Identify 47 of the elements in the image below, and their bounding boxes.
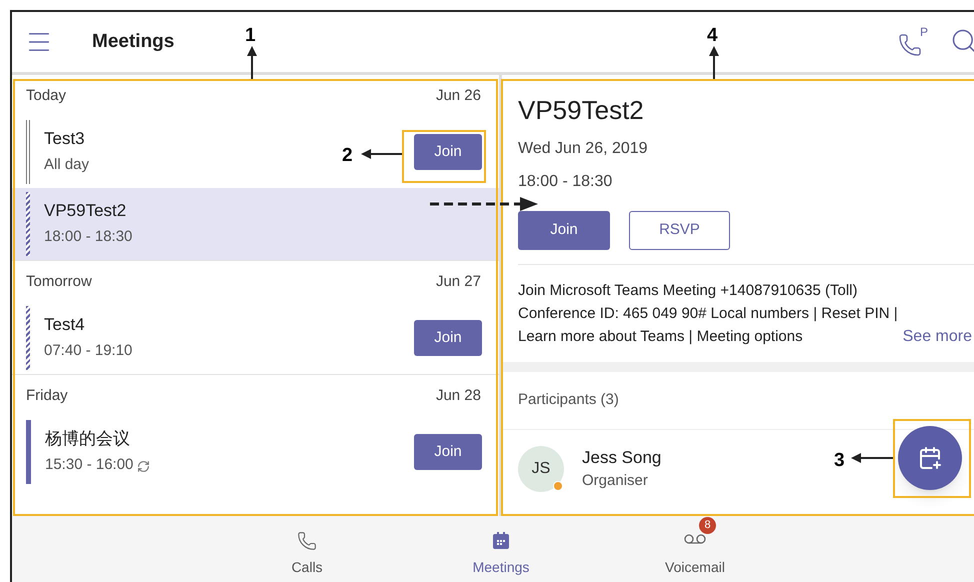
meeting-item[interactable]: VP59Test2 18:00 - 18:30 — [12, 188, 499, 260]
meeting-time: 07:40 - 19:10 — [44, 340, 132, 361]
participant-role: Organiser — [582, 471, 649, 491]
see-more-link[interactable]: See more — [902, 324, 972, 348]
day-heading: Today — [26, 86, 66, 106]
nav-tab[interactable]: 8 Voicemail — [650, 516, 740, 582]
page-title: Meetings — [92, 30, 174, 54]
join-button[interactable]: Join — [518, 210, 610, 250]
avatar: JS — [518, 446, 564, 492]
day-heading: Tomorrow — [26, 272, 92, 292]
callout-arrow — [708, 46, 720, 79]
meeting-time: All day — [44, 154, 90, 175]
callout-number: 4 — [707, 24, 718, 48]
meeting-time: 15:30 - 16:00 — [45, 454, 134, 475]
description-line: Conference ID: 465 049 90# Local numbers | Reset PIN | — [518, 304, 898, 324]
nav-tab[interactable]: Calls — [262, 516, 352, 582]
description-line: Learn more about Teams | Meeting options — [518, 326, 803, 346]
participants-heading: Participants (3) — [518, 390, 619, 410]
meeting-title: 杨博的会议 — [45, 428, 131, 449]
calendar-icon — [491, 531, 511, 551]
phone-icon — [297, 531, 317, 551]
meeting-date: Wed Jun 26, 2019 — [518, 138, 649, 158]
meeting-title: Test4 — [44, 314, 86, 335]
callout-arrow — [361, 148, 402, 160]
nav-tab[interactable]: Meetings — [456, 516, 546, 582]
join-button[interactable]: Join — [414, 434, 482, 470]
join-button[interactable]: Join — [414, 134, 482, 170]
callout-arrow — [246, 46, 258, 79]
day-date: Jun 27 — [436, 272, 481, 292]
day-heading: Friday — [26, 386, 68, 406]
description-line: Join Microsoft Teams Meeting +14087910635 (Toll) — [518, 280, 858, 300]
rsvp-button[interactable]: RSVP — [629, 210, 730, 250]
meeting-time: 18:00 - 18:30 — [518, 172, 614, 192]
meeting-time: 18:00 - 18:30 — [44, 226, 132, 247]
callout-number: 1 — [245, 24, 256, 48]
callout-arrow — [851, 452, 893, 464]
callout-number: 3 — [834, 449, 845, 473]
day-date: Jun 26 — [436, 86, 481, 106]
day-date: Jun 28 — [436, 386, 481, 406]
join-button[interactable]: Join — [414, 320, 482, 356]
calendar-add-icon — [918, 446, 942, 470]
callout-number: 2 — [342, 144, 353, 168]
meeting-title: Test3 — [44, 128, 86, 149]
meeting-title: VP59Test2 — [518, 94, 645, 126]
count-badge: 8 — [699, 517, 716, 534]
meeting-title: VP59Test2 — [44, 200, 128, 221]
participant-name: Jess Song — [582, 446, 662, 468]
